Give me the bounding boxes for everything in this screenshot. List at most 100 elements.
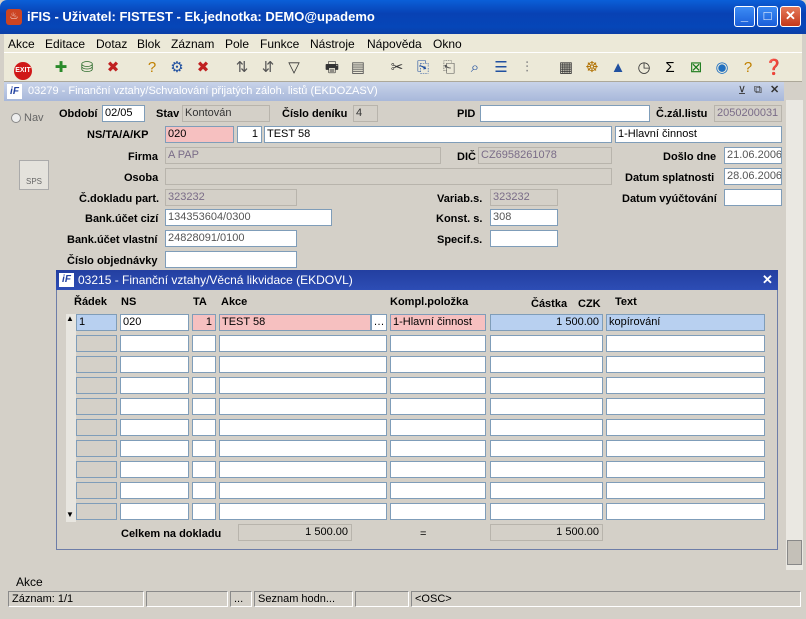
empty-cell[interactable] — [192, 419, 216, 436]
empty-cell[interactable] — [120, 335, 189, 352]
empty-cell[interactable] — [219, 461, 387, 478]
report-icon[interactable]: ▤ — [347, 57, 369, 79]
empty-cell[interactable] — [219, 398, 387, 415]
empty-cell[interactable] — [219, 440, 387, 457]
dic-field[interactable]: CZ6958261078 — [478, 147, 612, 164]
empty-cell[interactable] — [76, 503, 117, 520]
empty-cell[interactable] — [120, 440, 189, 457]
filter-icon[interactable]: ▽ — [283, 57, 305, 79]
insert-record-icon[interactable]: ✚ — [50, 57, 72, 79]
empty-cell[interactable] — [606, 482, 765, 499]
menu-akce[interactable]: Akce — [8, 37, 35, 51]
menu-pole[interactable]: Pole — [225, 37, 249, 51]
empty-cell[interactable] — [606, 335, 765, 352]
list-icon[interactable]: ☰ — [490, 57, 512, 79]
form-scrollbar[interactable] — [786, 100, 803, 570]
empty-cell[interactable] — [490, 419, 603, 436]
nav-radio-icon[interactable] — [11, 113, 21, 123]
execute-query-icon[interactable]: ⚙ — [166, 57, 188, 79]
tree-icon[interactable]: ⫶ — [516, 57, 538, 79]
delete-record-icon[interactable]: ✖ — [102, 57, 124, 79]
empty-cell[interactable] — [76, 482, 117, 499]
export-excel-icon[interactable]: ⊠ — [685, 57, 707, 79]
datum-vyuctovani-field[interactable] — [724, 189, 782, 206]
empty-cell[interactable] — [76, 398, 117, 415]
empty-cell[interactable] — [606, 419, 765, 436]
sum-icon[interactable]: Σ — [659, 57, 681, 79]
akce-field[interactable]: TEST 58 — [264, 126, 612, 143]
stav-field[interactable]: Kontován — [182, 105, 270, 122]
subform-scrollbar[interactable]: ▲ ▼ — [66, 314, 76, 522]
c-zal-listu-field[interactable]: 2050200031 — [714, 105, 782, 122]
empty-cell[interactable] — [120, 377, 189, 394]
empty-cell[interactable] — [490, 461, 603, 478]
ta-field[interactable]: 1 — [237, 126, 262, 143]
empty-cell[interactable] — [390, 503, 486, 520]
maximize-button[interactable]: □ — [757, 6, 778, 27]
form-minimize-icon[interactable]: ⊻ — [738, 84, 746, 97]
empty-cell[interactable] — [192, 356, 216, 373]
cut-icon[interactable]: ✂ — [386, 57, 408, 79]
navigator-icon[interactable]: ☸ — [581, 57, 603, 79]
menu-editace[interactable]: Editace — [45, 37, 85, 51]
copy-icon[interactable]: ⎘ — [412, 57, 434, 79]
empty-cell[interactable] — [490, 335, 603, 352]
pid-field[interactable] — [480, 105, 650, 122]
konst-field[interactable]: 308 — [490, 209, 558, 226]
web-icon[interactable]: ◉ — [711, 57, 733, 79]
close-button[interactable]: ✕ — [780, 6, 801, 27]
empty-cell[interactable] — [390, 440, 486, 457]
menu-okno[interactable]: Okno — [433, 37, 462, 51]
row1-kompl[interactable]: 1-Hlavní činnost — [390, 314, 486, 331]
kp-field[interactable]: 1-Hlavní činnost — [615, 126, 782, 143]
row1-radek[interactable]: 1 — [76, 314, 117, 331]
find-icon[interactable]: ⌕ — [464, 57, 486, 79]
empty-cell[interactable] — [120, 482, 189, 499]
empty-cell[interactable] — [390, 482, 486, 499]
save-record-icon[interactable]: ⛁ — [76, 57, 98, 79]
empty-cell[interactable] — [490, 440, 603, 457]
scroll-up-icon[interactable]: ▲ — [66, 314, 74, 323]
exit-icon[interactable]: EXIT — [12, 57, 34, 80]
clock-icon[interactable]: ◷ — [633, 57, 655, 79]
cancel-query-icon[interactable]: ✖ — [192, 57, 214, 79]
empty-cell[interactable] — [120, 419, 189, 436]
row1-castka[interactable]: 1 500.00 — [490, 314, 603, 331]
empty-cell[interactable] — [606, 461, 765, 478]
empty-cell[interactable] — [606, 503, 765, 520]
print-icon[interactable]: 🖶 — [321, 57, 343, 79]
help-context-icon[interactable]: ? — [737, 57, 759, 79]
empty-cell[interactable] — [120, 461, 189, 478]
empty-cell[interactable] — [120, 356, 189, 373]
bank-cizi-field[interactable]: 134353604/0300 — [165, 209, 332, 226]
cislo-deniku-field[interactable]: 4 — [353, 105, 378, 122]
empty-cell[interactable] — [490, 482, 603, 499]
empty-cell[interactable] — [120, 398, 189, 415]
cislo-obj-field[interactable] — [165, 251, 297, 268]
empty-cell[interactable] — [219, 503, 387, 520]
menu-zaznam[interactable]: Záznam — [171, 37, 214, 51]
ns-field[interactable]: 020 — [165, 126, 234, 143]
empty-cell[interactable] — [76, 356, 117, 373]
row1-akce[interactable]: TEST 58 — [219, 314, 371, 331]
triangle-icon[interactable]: ▲ — [607, 57, 629, 79]
empty-cell[interactable] — [606, 356, 765, 373]
empty-cell[interactable] — [390, 335, 486, 352]
obdobi-field[interactable]: 02/05 — [102, 105, 145, 122]
empty-cell[interactable] — [219, 482, 387, 499]
scroll-thumb[interactable] — [787, 540, 802, 565]
empty-cell[interactable] — [192, 398, 216, 415]
subform-close-icon[interactable]: ✕ — [762, 272, 773, 288]
menu-blok[interactable]: Blok — [137, 37, 160, 51]
empty-cell[interactable] — [76, 461, 117, 478]
menu-dotaz[interactable]: Dotaz — [96, 37, 127, 51]
empty-cell[interactable] — [490, 356, 603, 373]
sort-desc-icon[interactable]: ⇵ — [257, 57, 279, 79]
calculator-icon[interactable]: ▦ — [555, 57, 577, 79]
empty-cell[interactable] — [76, 440, 117, 457]
row1-text[interactable]: kopírování — [606, 314, 765, 331]
row1-ta[interactable]: 1 — [192, 314, 216, 331]
c-dokladu-field[interactable]: 323232 — [165, 189, 297, 206]
minimize-button[interactable]: _ — [734, 6, 755, 27]
form-restore-icon[interactable]: ⧉ — [754, 84, 762, 97]
